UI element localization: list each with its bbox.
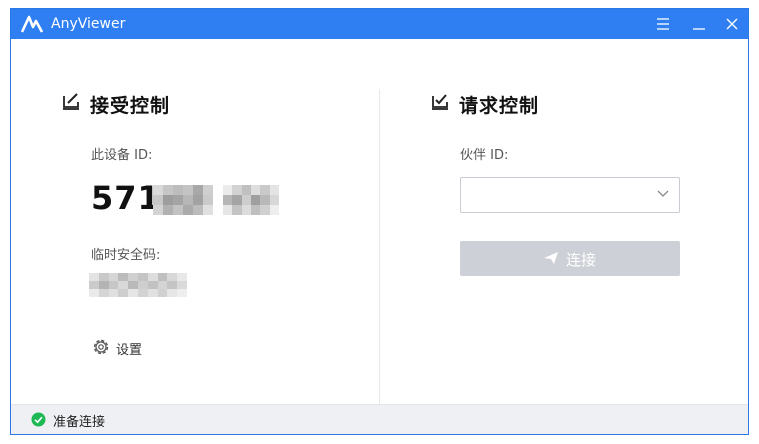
gear-icon: [93, 339, 109, 355]
partner-id-label: 伙伴 ID:: [460, 148, 509, 163]
minimize-icon: [693, 28, 705, 30]
send-icon: [544, 252, 558, 264]
minimize-button[interactable]: [684, 9, 714, 39]
app-title: AnyViewer: [51, 16, 126, 32]
main-content: 接受控制 此设备 ID: 571 临时安全码: 设置 请求控制 伙伴 ID: 连…: [11, 39, 748, 407]
title-bar[interactable]: AnyViewer: [11, 9, 748, 39]
request-control-title: 请求控制: [459, 95, 540, 117]
menu-button[interactable]: [648, 9, 678, 39]
temp-code-label: 临时安全码:: [91, 248, 161, 263]
column-divider: [379, 89, 380, 407]
monitor-edit-icon: [61, 91, 81, 111]
settings-label: 设置: [116, 343, 143, 358]
device-id-masked-1: [153, 185, 213, 215]
close-button[interactable]: [717, 9, 747, 39]
device-id-masked-2: [223, 185, 279, 215]
device-id-prefix: 571: [91, 179, 161, 217]
status-bar: 准备连接: [11, 404, 748, 434]
partner-id-input[interactable]: [467, 184, 651, 208]
monitor-check-icon: [430, 91, 450, 111]
anyviewer-logo-icon: [20, 14, 44, 34]
connect-label: 连接: [566, 251, 597, 269]
chevron-down-icon[interactable]: [657, 190, 669, 198]
receive-control-title: 接受控制: [90, 95, 171, 117]
status-text: 准备连接: [53, 415, 106, 430]
partner-id-select[interactable]: [460, 177, 680, 213]
close-icon: [726, 18, 738, 30]
menu-icon: [657, 18, 669, 30]
app-window: AnyViewer 接受控制 此设备 ID: 571 临时安全码: 设置 请求控…: [10, 8, 749, 435]
check-circle-icon: [31, 412, 46, 427]
connect-button[interactable]: 连接: [460, 241, 680, 276]
device-id-label: 此设备 ID:: [91, 148, 153, 163]
temp-code-masked: [89, 273, 187, 297]
